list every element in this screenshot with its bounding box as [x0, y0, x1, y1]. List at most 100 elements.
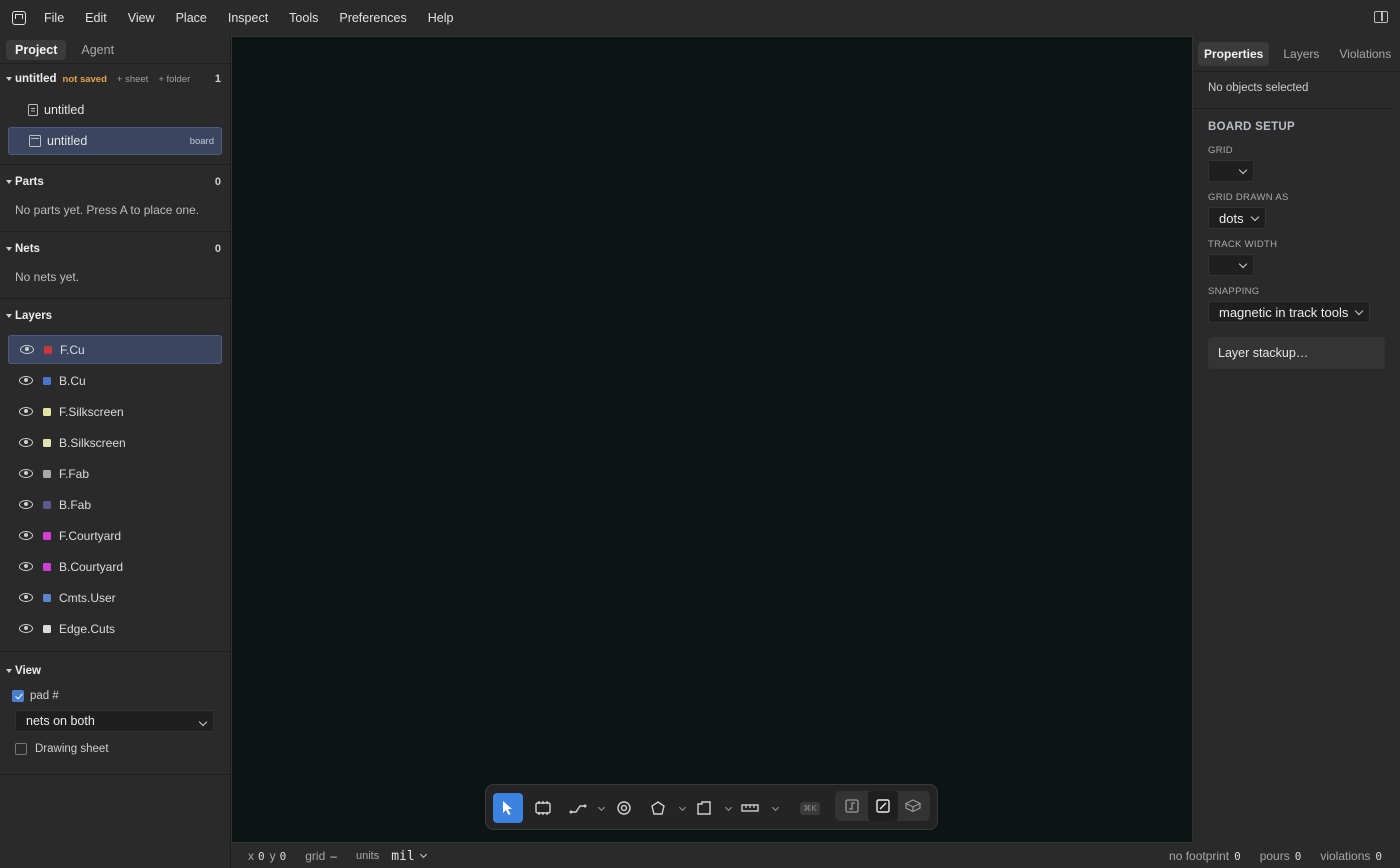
- add-folder-link[interactable]: + folder: [158, 74, 190, 85]
- visibility-eye-icon[interactable]: [19, 376, 33, 385]
- visibility-eye-icon[interactable]: [19, 438, 33, 447]
- command-palette-button[interactable]: ⌘K: [795, 793, 825, 823]
- grid-select[interactable]: [1208, 160, 1254, 182]
- snapping-select[interactable]: magnetic in track tools: [1208, 301, 1371, 323]
- pad-number-row[interactable]: pad #: [0, 686, 230, 706]
- visibility-eye-icon[interactable]: [19, 562, 33, 571]
- layer-row[interactable]: Edge.Cuts: [8, 614, 222, 643]
- menu-view[interactable]: View: [128, 11, 155, 25]
- via-tool-button[interactable]: [609, 793, 639, 823]
- zone-tool-button[interactable]: [643, 793, 673, 823]
- tab-project[interactable]: Project: [6, 39, 67, 60]
- nets-title: Nets: [15, 243, 40, 255]
- grid-drawn-select[interactable]: dots: [1208, 207, 1266, 229]
- menu-place[interactable]: Place: [176, 11, 207, 25]
- add-sheet-link[interactable]: + sheet: [117, 74, 148, 85]
- route-dropdown-icon[interactable]: [597, 803, 606, 812]
- measure-dropdown-icon[interactable]: [771, 803, 780, 812]
- zone-dropdown-icon[interactable]: [678, 803, 687, 812]
- menu-preferences[interactable]: Preferences: [339, 11, 406, 25]
- layer-row[interactable]: F.Fab: [8, 459, 222, 488]
- file-row-board[interactable]: untitled board: [8, 127, 222, 155]
- collapse-caret-icon[interactable]: [6, 180, 12, 184]
- parts-header[interactable]: Parts 0: [0, 167, 230, 197]
- layer-color-swatch[interactable]: [44, 345, 52, 354]
- layer-row[interactable]: Cmts.User: [8, 583, 222, 612]
- visibility-eye-icon[interactable]: [19, 593, 33, 602]
- layer-color-swatch[interactable]: [43, 562, 51, 571]
- tab-agent[interactable]: Agent: [72, 40, 123, 60]
- visibility-eye-icon[interactable]: [19, 531, 33, 540]
- layer-color-swatch[interactable]: [43, 438, 51, 447]
- app-logo-icon[interactable]: [12, 11, 26, 25]
- layer-row[interactable]: B.Courtyard: [8, 552, 222, 581]
- layer-row[interactable]: F.Cu: [8, 335, 222, 364]
- route-tool-button[interactable]: [563, 793, 593, 823]
- drawing-sheet-label: Drawing sheet: [35, 743, 109, 755]
- collapse-caret-icon[interactable]: [6, 247, 12, 251]
- layer-row[interactable]: B.Cu: [8, 366, 222, 395]
- board-outline-tool-button[interactable]: [689, 793, 719, 823]
- view-header[interactable]: View: [0, 656, 230, 686]
- layer-color-swatch[interactable]: [43, 500, 51, 509]
- grid-field-label: GRID: [1208, 145, 1233, 156]
- collapse-caret-icon[interactable]: [6, 669, 12, 673]
- select-tool-button[interactable]: [493, 793, 523, 823]
- outline-dropdown-icon[interactable]: [724, 803, 733, 812]
- measure-tool-button[interactable]: [735, 793, 765, 823]
- x-coordinate: 0: [258, 849, 265, 863]
- snapping-value: magnetic in track tools: [1219, 304, 1349, 320]
- board-setup-title: BOARD SETUP: [1208, 121, 1296, 133]
- board-file-icon: [29, 135, 41, 147]
- visibility-eye-icon[interactable]: [19, 500, 33, 509]
- project-header[interactable]: untitled not saved + sheet + folder 1: [0, 64, 230, 94]
- visibility-eye-icon[interactable]: [20, 345, 34, 354]
- menu-tools[interactable]: Tools: [289, 11, 318, 25]
- menu-edit[interactable]: Edit: [85, 11, 107, 25]
- track-width-select[interactable]: [1208, 254, 1254, 276]
- visibility-eye-icon[interactable]: [19, 624, 33, 633]
- drawing-sheet-row[interactable]: Drawing sheet: [0, 736, 230, 762]
- drawing-sheet-checkbox[interactable]: [15, 743, 27, 755]
- collapse-caret-icon[interactable]: [6, 314, 12, 318]
- schematic-view-button[interactable]: [837, 791, 867, 821]
- violations-count: 0: [1375, 849, 1382, 863]
- pad-number-checkbox[interactable]: [12, 690, 24, 702]
- status-bar: x 0 y 0 grid – units mil no footprint 0 …: [231, 844, 1400, 868]
- menu-bar: File Edit View Place Inspect Tools Prefe…: [0, 0, 1400, 36]
- layer-list: F.Cu B.Cu F.Silkscreen B.Silkscreen F.Fab B.F…: [0, 335, 230, 643]
- board-tag: board: [189, 135, 214, 147]
- layer-color-swatch[interactable]: [43, 593, 51, 602]
- tab-layers[interactable]: Layers: [1277, 42, 1325, 66]
- menu-inspect[interactable]: Inspect: [228, 11, 268, 25]
- nets-display-select[interactable]: nets on both: [15, 710, 214, 732]
- layer-row[interactable]: B.Fab: [8, 490, 222, 519]
- tab-properties[interactable]: Properties: [1198, 41, 1270, 66]
- layer-row[interactable]: F.Silkscreen: [8, 397, 222, 426]
- footprint-tool-button[interactable]: [528, 793, 558, 823]
- visibility-eye-icon[interactable]: [19, 407, 33, 416]
- file-row-sheet[interactable]: untitled: [8, 96, 222, 124]
- collapse-caret-icon[interactable]: [6, 77, 12, 81]
- layer-row[interactable]: B.Silkscreen: [8, 428, 222, 457]
- 3d-view-button[interactable]: [898, 791, 928, 821]
- layers-header[interactable]: Layers: [0, 301, 230, 331]
- toggle-panel-icon[interactable]: [1374, 11, 1388, 23]
- units-select[interactable]: mil: [391, 849, 427, 864]
- layer-stackup-button[interactable]: Layer stackup…: [1208, 337, 1385, 369]
- menu-file[interactable]: File: [44, 11, 64, 25]
- layer-color-swatch[interactable]: [43, 376, 51, 385]
- nets-header[interactable]: Nets 0: [0, 234, 230, 264]
- menu-help[interactable]: Help: [428, 11, 454, 25]
- visibility-eye-icon[interactable]: [19, 469, 33, 478]
- board-canvas[interactable]: [231, 36, 1193, 843]
- layer-color-swatch[interactable]: [43, 469, 51, 478]
- layer-row[interactable]: F.Courtyard: [8, 521, 222, 550]
- layer-color-swatch[interactable]: [43, 531, 51, 540]
- layer-color-swatch[interactable]: [43, 624, 51, 633]
- sheet-file-icon: [28, 104, 38, 116]
- y-coordinate: 0: [279, 849, 287, 863]
- tab-violations[interactable]: Violations: [1333, 42, 1397, 66]
- board-view-button[interactable]: [868, 791, 898, 821]
- layer-color-swatch[interactable]: [43, 407, 51, 416]
